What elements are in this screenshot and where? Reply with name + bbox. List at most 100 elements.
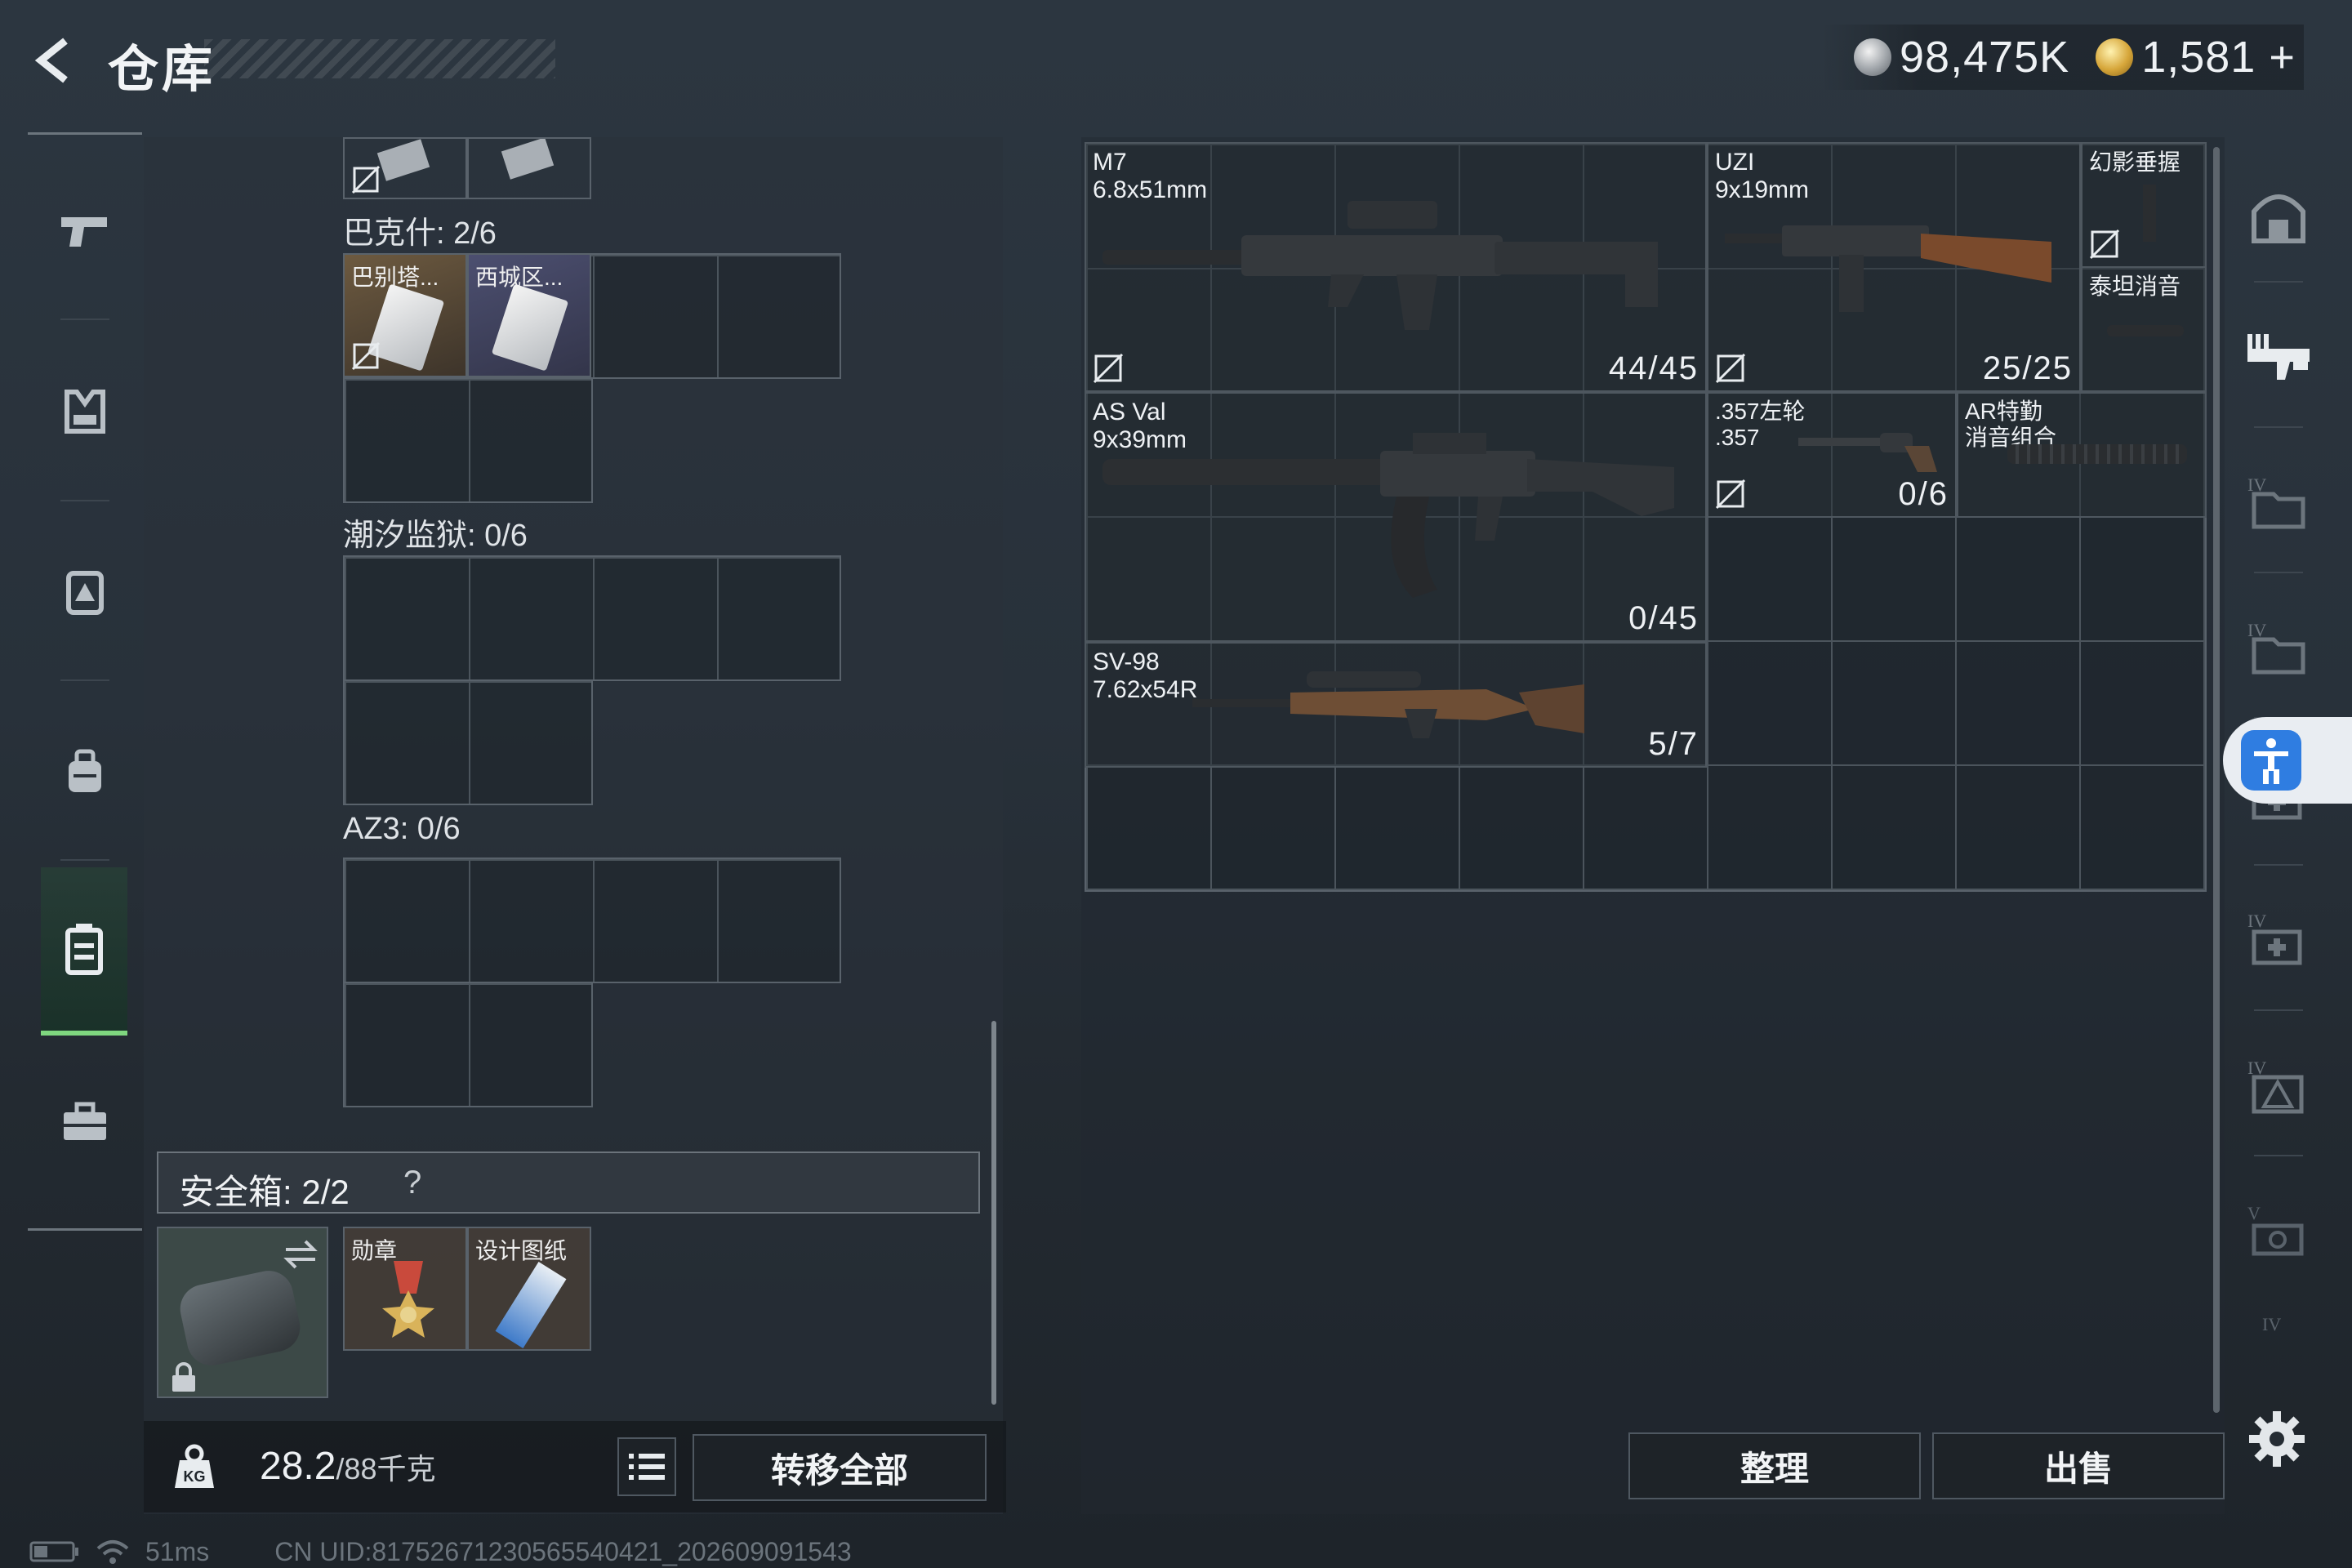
nav-separator [2254,281,2303,283]
sell-button[interactable]: 出售 [1932,1432,2225,1499]
kg-badge: KG [184,1468,206,1485]
gold-coin-icon [2096,38,2134,76]
nav-tier4-folder-1[interactable]: IV [2238,441,2319,564]
weight-capacity: /88千克 [336,1452,436,1486]
nav-armor[interactable] [28,346,142,477]
az3-grid-row1[interactable] [343,858,841,983]
weight-current: 28.2 [260,1445,336,1488]
nav-tier4-warning[interactable]: IV [2238,1024,2319,1147]
nav-bottom-line [28,1228,142,1231]
nav-separator [60,679,109,681]
grip-image [2143,185,2156,242]
nav-shelter[interactable] [2238,155,2319,278]
attachment-titan-suppressor[interactable]: 泰坦消音 [2081,266,2207,392]
tier4-warning-icon: IV [2247,1058,2304,1114]
attachment-name: 泰坦消音 [2089,274,2181,299]
as-val-rifle-image [1102,433,1674,598]
backpack-icon [66,571,104,615]
user-uid: CN UID:81752671230565540421_202609091543 [274,1536,852,1566]
bakshi-item-1[interactable]: 巴别塔... [343,253,467,377]
revolver-image [1798,433,1937,472]
az3-grid-row2[interactable] [343,982,593,1107]
attachment-vertical-grip[interactable]: 幻影垂握 [2081,142,2207,268]
suppressor-combo-image [2007,444,2187,464]
ammo-count: 5/7 [1648,726,1699,762]
safebox-item-medal[interactable]: 勋章 [343,1227,467,1351]
capacity-bar: KG 28.2/88千克 转移全部 [144,1421,1006,1512]
m7-rifle-image [1102,201,1658,330]
safebox-help-button[interactable]: ? [403,1165,421,1201]
no-bind-icon [2089,229,2120,260]
ammo-count: 44/45 [1608,350,1699,386]
shelter-icon [2252,194,2305,243]
bakshi-item-2[interactable]: 西城区... [467,253,591,377]
add-currency-button[interactable]: + [2269,32,2296,82]
lock-icon [172,1362,195,1392]
weight-display: 28.2/88千克 [260,1444,435,1489]
no-bind-icon [1715,353,1746,384]
ammo-count: 0/6 [1898,476,1949,512]
nav-tier4-folder-2[interactable]: IV [2238,586,2319,709]
list-icon [629,1454,665,1480]
svg-text:IV: IV [2247,620,2266,640]
svg-text:IV: IV [2247,1058,2266,1078]
weapon-357-revolver[interactable]: .357左轮 .357 0/6 [1707,392,1957,518]
sort-button[interactable]: 整理 [1628,1432,1921,1499]
nav-separator [2254,1009,2303,1011]
tier4-icon: IV [2262,1314,2281,1334]
page-title: 仓库 [108,42,216,98]
weight-icon: KG [175,1444,214,1488]
transfer-all-button[interactable]: 转移全部 [693,1434,987,1501]
wifi-icon [96,1540,129,1564]
suppressor-image [2107,325,2184,336]
nav-tier4-more[interactable]: IV [2238,1298,2319,1348]
ammo-count: 25/25 [1982,350,2073,386]
nav-backpack[interactable] [28,526,142,657]
weapon-uzi[interactable]: UZI 9x19mm 25/25 [1707,142,2081,392]
weapon-name: UZI 9x19mm [1715,149,1810,203]
weapon-name: .357左轮 .357 [1715,399,1806,450]
no-bind-icon [1715,479,1746,510]
attachment-name: 幻影垂握 [2089,149,2181,175]
nav-tier5-tools[interactable]: V [2238,1169,2319,1292]
back-button[interactable] [24,31,83,90]
blueprint-image [495,1261,567,1349]
weapon-m7[interactable]: M7 6.8x51mm 44/45 [1085,142,1707,392]
prev-item-1[interactable] [343,137,467,199]
nav-armory-active[interactable] [2238,294,2319,416]
currency-silver-value: 98,475K [1900,33,2070,82]
uzi-smg-image [1725,225,2051,312]
weapon-sv-98[interactable]: SV-98 7.62x54R 5/7 [1085,642,1707,768]
settings-gear-icon[interactable] [2247,1410,2306,1468]
tide-prison-grid-row1[interactable] [343,555,841,681]
safebox-case[interactable] [157,1227,328,1398]
nav-inventory-active[interactable] [41,867,127,1036]
accessibility-button[interactable] [2223,717,2352,804]
sv-98-rifle-image [1192,671,1584,738]
case-image [176,1266,305,1370]
nav-bag[interactable] [28,706,142,836]
safebox-item-blueprint[interactable]: 设计图纸 [467,1227,591,1351]
nav-tier4-medkit-2[interactable]: IV [2238,877,2319,1000]
tier5-tools-icon: V [2247,1203,2304,1256]
no-bind-icon [1093,353,1124,384]
bakshi-grid-row2[interactable] [343,377,593,503]
attachment-ar-suppressor-combo[interactable]: AR特勤 消音组合 [1957,392,2207,518]
container-scrollbar[interactable] [991,1021,996,1405]
left-category-nav [28,132,142,1235]
weapon-as-val[interactable]: AS Val 9x39mm 0/45 [1085,392,1707,642]
currency-bar: 98,475K 1,581 + [1821,24,2304,90]
nav-briefcase[interactable] [28,1057,142,1187]
svg-text:IV: IV [2262,1314,2281,1334]
nav-separator [2254,864,2303,866]
tier4-folder-icon: IV [2247,474,2305,529]
tide-prison-grid-row2[interactable] [343,679,593,805]
svg-text:IV: IV [2247,474,2266,495]
prev-item-2[interactable] [467,137,591,199]
item-name: 设计图纸 [475,1238,568,1263]
swap-icon[interactable] [281,1238,320,1271]
list-view-button[interactable] [617,1437,676,1496]
pistol-icon [61,217,107,247]
nav-weapons[interactable] [28,165,142,296]
stash-scrollbar[interactable] [2213,147,2220,1413]
